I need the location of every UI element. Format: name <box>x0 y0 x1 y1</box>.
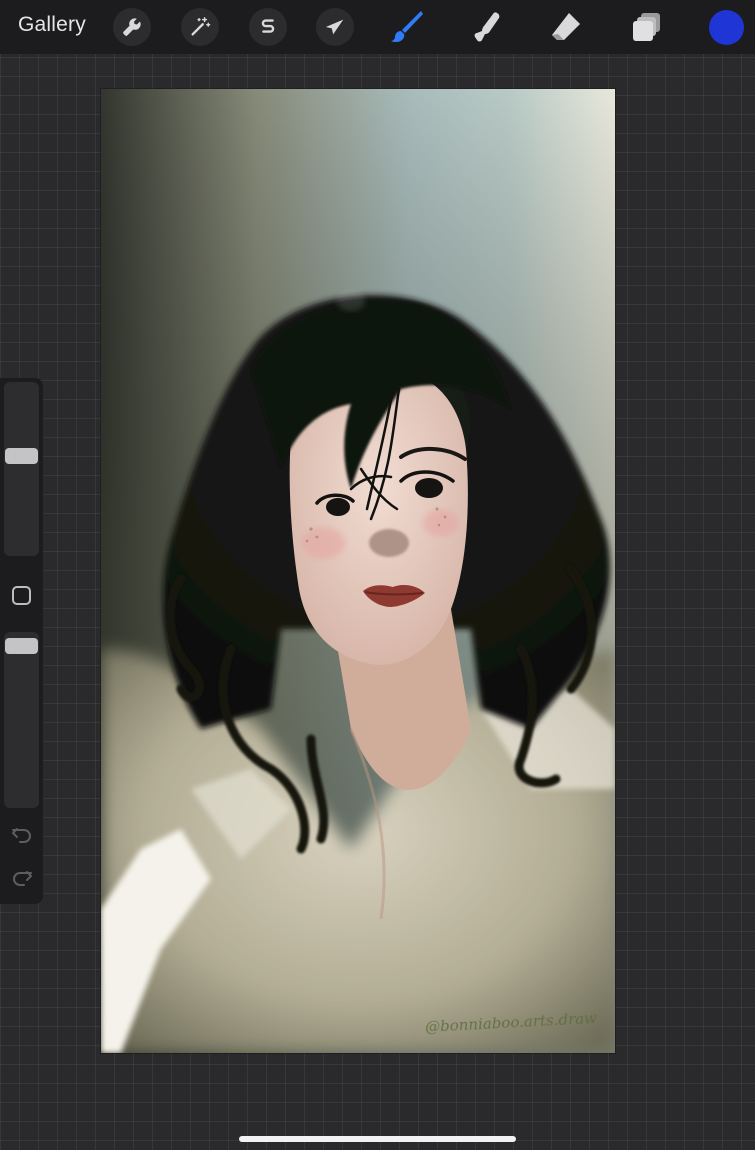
smudge-button[interactable] <box>466 7 506 47</box>
brush-size-slider[interactable] <box>4 382 39 556</box>
brush-opacity-slider[interactable] <box>4 632 39 808</box>
smudge-finger-icon <box>474 12 500 42</box>
layers-button[interactable] <box>627 7 667 47</box>
gallery-button[interactable]: Gallery <box>18 13 86 37</box>
selection-s-icon <box>261 19 275 33</box>
artwork-illustration <box>101 89 615 1053</box>
brush-size-thumb[interactable] <box>5 447 38 464</box>
brush-icon <box>391 11 423 43</box>
home-indicator[interactable] <box>239 1136 516 1142</box>
wrench-icon <box>123 18 141 36</box>
undo-button[interactable] <box>8 824 35 846</box>
color-picker-button[interactable] <box>709 10 744 45</box>
transform-button[interactable] <box>316 8 354 46</box>
top-toolbar: Gallery <box>0 0 755 54</box>
arrow-cursor-icon <box>325 19 344 35</box>
undo-icon <box>11 828 31 843</box>
adjustments-button[interactable] <box>181 8 219 46</box>
eraser-button[interactable] <box>546 7 586 47</box>
redo-icon <box>12 871 32 886</box>
magic-wand-icon <box>191 17 211 36</box>
redo-button[interactable] <box>8 867 35 889</box>
brush-button[interactable] <box>387 7 427 47</box>
left-sidebar <box>0 378 43 904</box>
drawing-canvas[interactable]: @bonniaboo.arts.draw <box>101 89 615 1053</box>
layers-icon <box>633 13 660 41</box>
selection-button[interactable] <box>249 8 287 46</box>
eraser-icon <box>552 13 580 40</box>
modifier-square-icon[interactable] <box>12 586 31 605</box>
brush-opacity-thumb[interactable] <box>5 637 38 654</box>
actions-button[interactable] <box>113 8 151 46</box>
